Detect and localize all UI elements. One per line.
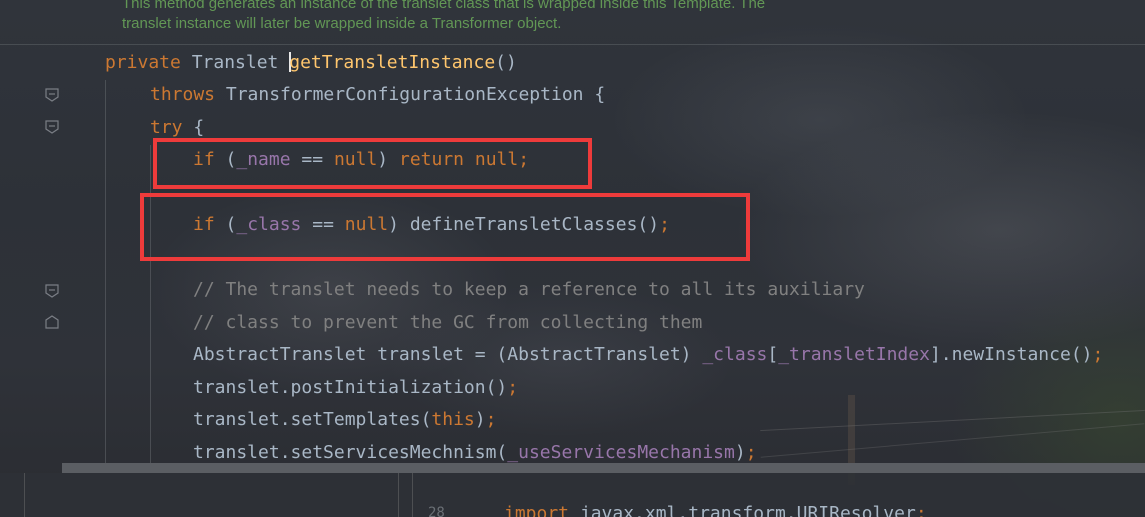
fold-collapse-icon[interactable] (45, 120, 59, 134)
panel-divider (24, 473, 25, 517)
method-signature-line[interactable]: private Translet getTransletInstance() (105, 52, 517, 74)
method-call: ].newInstance() (929, 344, 1093, 365)
method-call: translet.setTemplates( (193, 409, 432, 430)
paren: ) (734, 442, 746, 463)
field-name: _transletIndex (778, 344, 930, 365)
semicolon: ; (485, 409, 497, 430)
doc-comment-line: translet instance will later be wrapped … (122, 15, 562, 32)
throws-line[interactable]: throws TransformerConfigurationException… (150, 84, 605, 106)
bracket: [ (767, 344, 779, 365)
semicolon: ; (915, 503, 927, 517)
try-line[interactable]: try { (150, 117, 204, 139)
panel-divider (412, 473, 413, 517)
type-name: Translet (191, 52, 279, 73)
background-wire (760, 423, 1145, 458)
set-services-mechanism-line[interactable]: translet.setServicesMechnism(_useService… (193, 442, 757, 464)
fold-collapse-icon[interactable] (45, 284, 59, 298)
horizontal-scrollbar[interactable] (62, 463, 1145, 473)
params: () (495, 52, 517, 73)
keyword: import (504, 503, 570, 517)
import-path: javax.xml.transform.URIResolver (579, 503, 916, 517)
new-instance-line[interactable]: AbstractTranslet translet = (AbstractTra… (193, 344, 1103, 366)
import-line[interactable]: import javax.xml.transform.URIResolver; (504, 503, 927, 517)
code-comment[interactable]: // The translet needs to keep a referenc… (193, 279, 865, 301)
field-name: _useServicesMechanism (507, 442, 735, 463)
keyword: this (431, 409, 475, 430)
keyword: throws (150, 84, 216, 105)
panel-divider (398, 473, 399, 517)
fold-end-icon[interactable] (45, 315, 59, 329)
field-name: _class (702, 344, 768, 365)
semicolon: ; (745, 442, 757, 463)
code-comment[interactable]: // class to prevent the GC from collecti… (193, 312, 702, 334)
line-number: 28 (428, 505, 445, 517)
post-initialization-line[interactable]: translet.postInitialization(); (193, 377, 518, 399)
keyword: try (150, 117, 183, 138)
set-templates-line[interactable]: translet.setTemplates(this); (193, 409, 496, 431)
highlight-box-name-check (153, 138, 592, 189)
method-call: translet.postInitialization() (193, 377, 508, 398)
fold-collapse-icon[interactable] (45, 88, 59, 102)
doc-comment-line: This method generates an instance of the… (122, 0, 766, 12)
highlight-box-class-check (140, 193, 750, 261)
method-call: translet.setServicesMechnism( (193, 442, 508, 463)
semicolon: ; (507, 377, 519, 398)
statement: AbstractTranslet translet = (AbstractTra… (193, 344, 703, 365)
indent-guide (105, 80, 106, 463)
semicolon: ; (1092, 344, 1104, 365)
brace: { (594, 84, 606, 105)
paren: ) (474, 409, 486, 430)
keyword: private (105, 52, 181, 73)
exception-type: TransformerConfigurationException (225, 84, 584, 105)
line-divider (0, 44, 1145, 45)
code-editor[interactable]: This method generates an instance of the… (0, 0, 1145, 517)
method-name: getTransletInstance (289, 52, 496, 73)
brace: { (193, 117, 205, 138)
